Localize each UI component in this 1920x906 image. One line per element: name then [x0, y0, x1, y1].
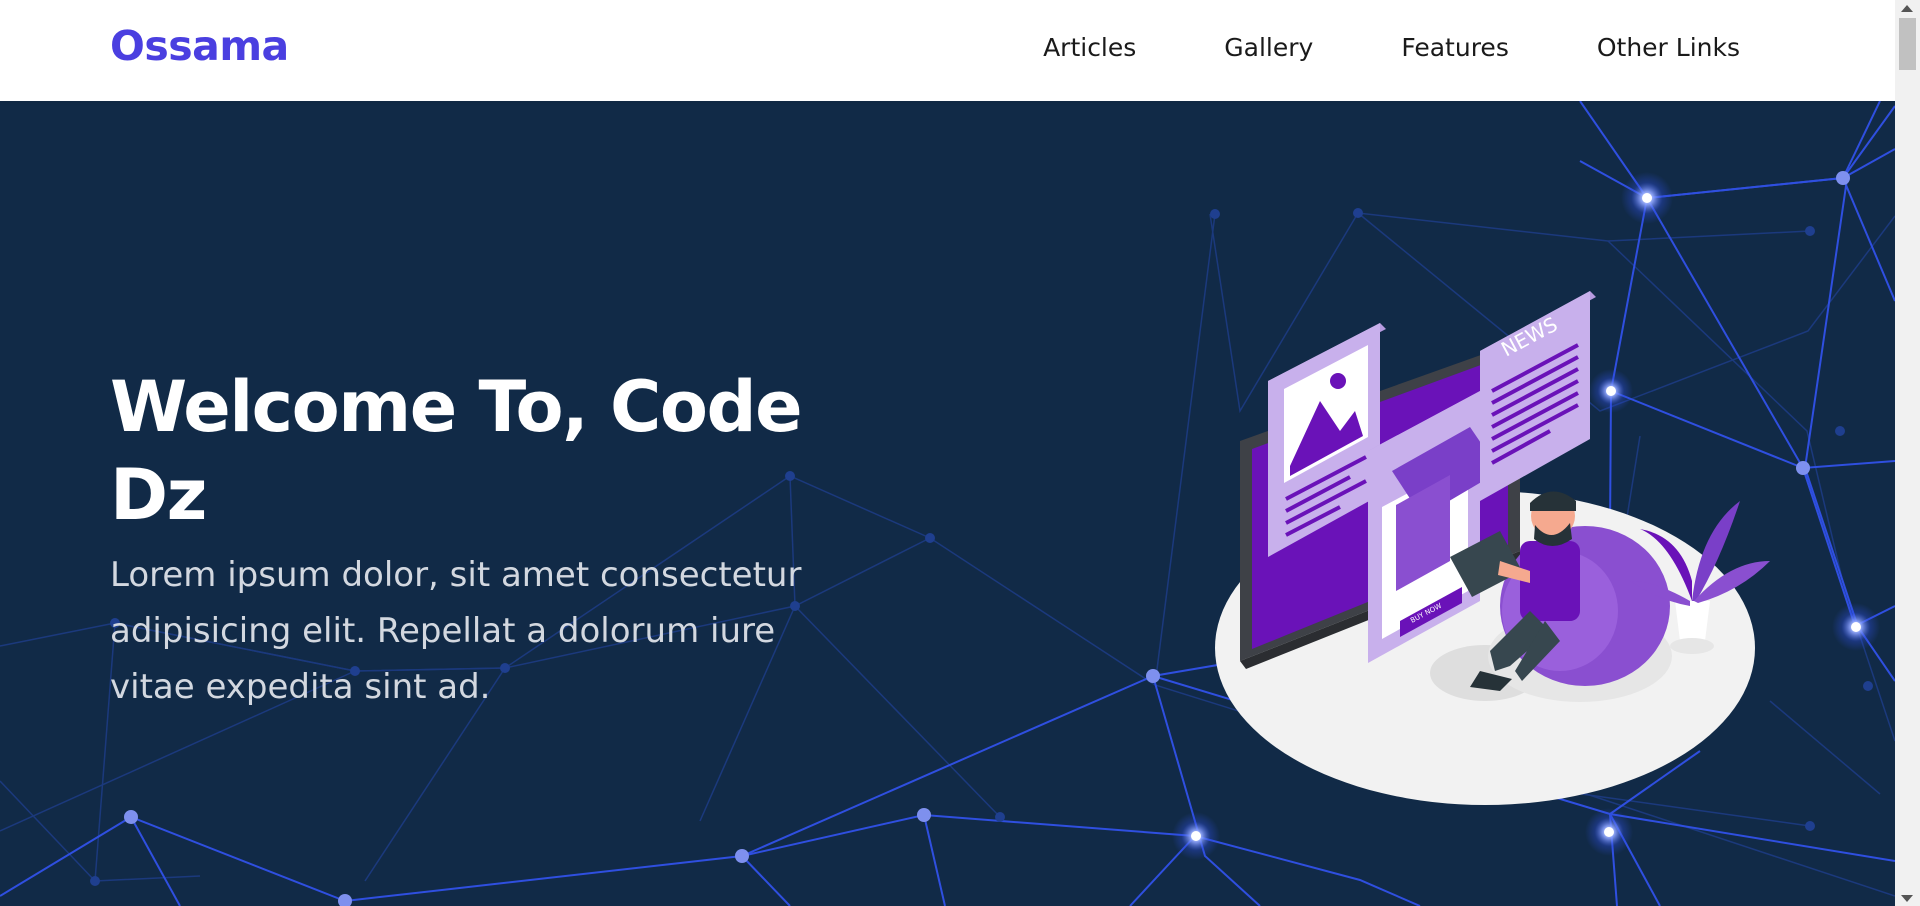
hero-content: Welcome To, Code Dz Lorem ipsum dolor, s…	[110, 363, 830, 715]
site-header: Ossama Articles Gallery Features Other L…	[0, 0, 1895, 101]
main-nav: Articles Gallery Features Other Links	[1043, 30, 1740, 66]
hero-illustration: BUY NOW NEWS	[1215, 291, 1770, 805]
nav-link-gallery[interactable]: Gallery	[1224, 30, 1313, 66]
hero-section: Welcome To, Code Dz Lorem ipsum dolor, s…	[0, 101, 1895, 906]
scroll-up-icon[interactable]	[1901, 5, 1913, 12]
nav-link-other-links[interactable]: Other Links	[1597, 30, 1740, 66]
hero-description: Lorem ipsum dolor, sit amet consectetur …	[110, 555, 802, 707]
nav-link-articles[interactable]: Articles	[1043, 30, 1136, 66]
hero-title: Welcome To, Code Dz	[110, 366, 803, 536]
page: Ossama Articles Gallery Features Other L…	[0, 0, 1920, 906]
vertical-scrollbar[interactable]	[1895, 0, 1920, 906]
nav-link-features[interactable]: Features	[1401, 30, 1509, 66]
scroll-thumb[interactable]	[1899, 18, 1916, 70]
logo-link[interactable]: Ossama	[110, 22, 289, 70]
scroll-down-icon[interactable]	[1901, 895, 1913, 902]
news-card-icon: NEWS	[1480, 291, 1596, 501]
